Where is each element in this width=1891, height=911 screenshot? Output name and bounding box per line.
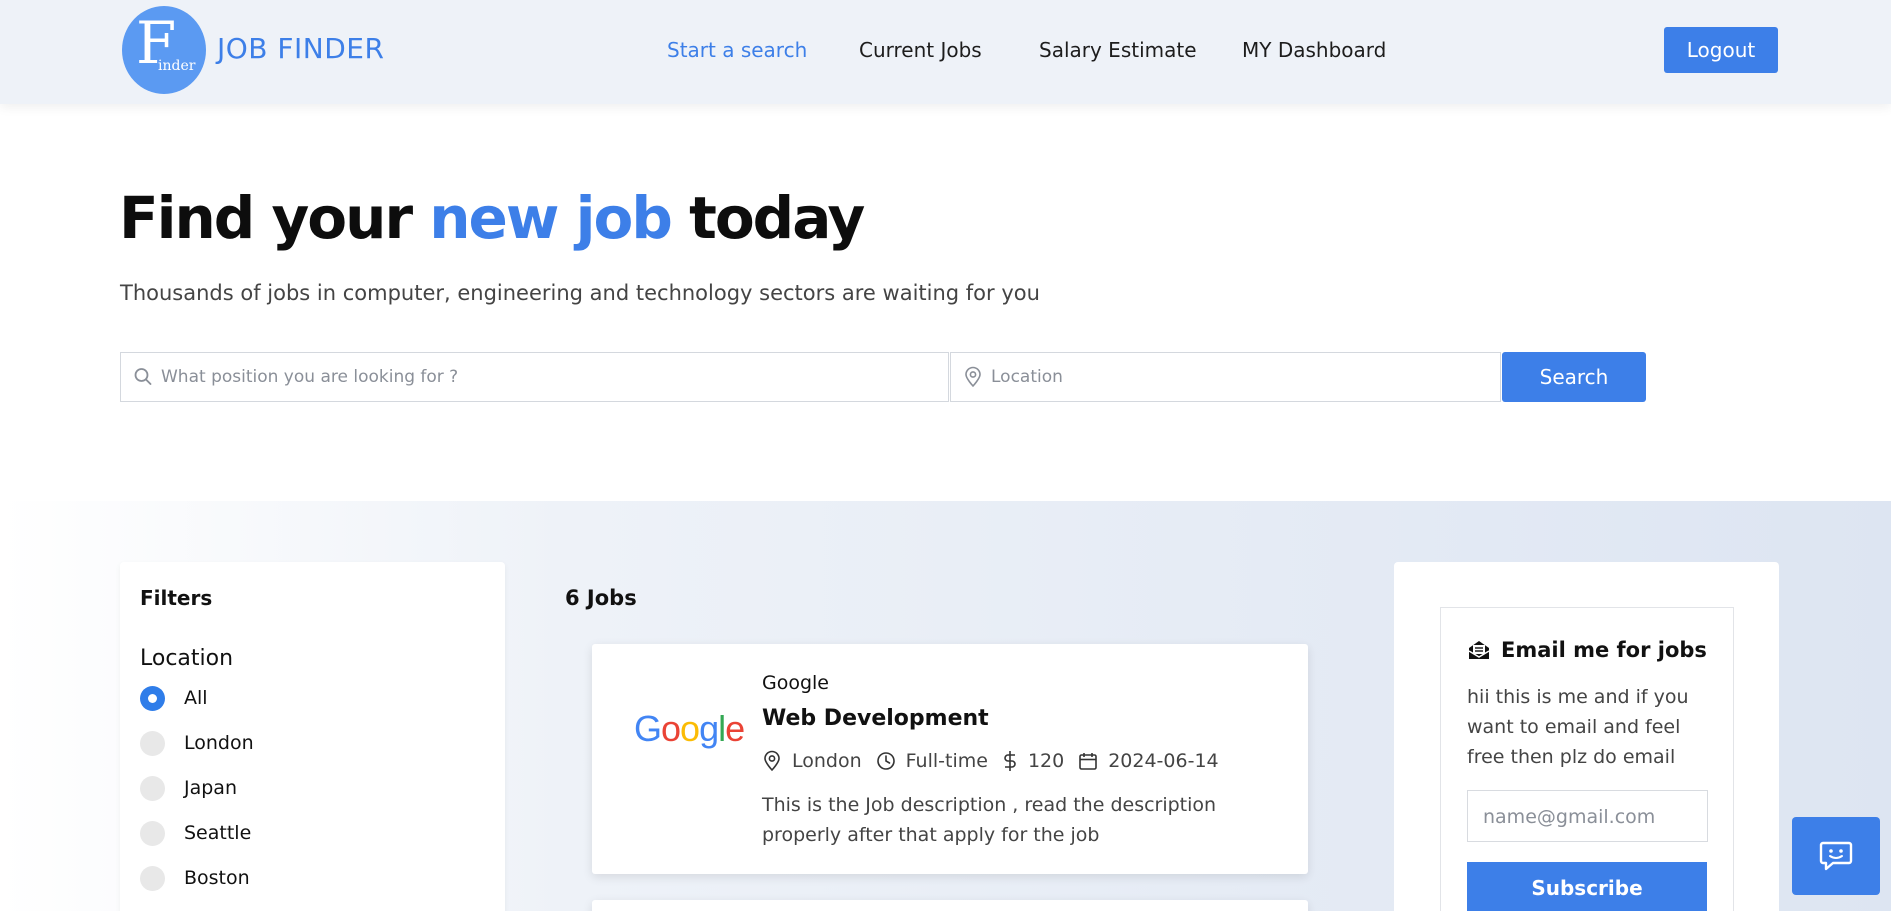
radio-button[interactable] — [140, 865, 165, 891]
chat-button[interactable] — [1792, 817, 1880, 895]
filter-option-seattle[interactable]: Seattle — [140, 820, 251, 846]
clock-icon — [876, 752, 895, 770]
radio-button[interactable] — [140, 775, 165, 801]
jobs-count: 6 Jobs — [565, 586, 637, 610]
title-part-1: Find your — [119, 184, 430, 252]
job-type-text: Full-time — [905, 750, 988, 772]
job-date: 2024-06-14 — [1078, 750, 1219, 772]
page-title: Find your new job today — [119, 184, 865, 252]
job-description: This is the Job description , read the d… — [762, 794, 1217, 846]
radio-button[interactable] — [140, 685, 165, 711]
email-panel: Email me for jobs hii this is me and if … — [1394, 562, 1779, 911]
job-salary-text: 120 — [1027, 750, 1065, 772]
job-meta: London Full-time 120 2024-06-14 — [762, 750, 1233, 772]
nav-start-search[interactable]: Start a search — [667, 38, 807, 62]
nav-current-jobs[interactable]: Current Jobs — [859, 38, 982, 62]
search-icon — [134, 368, 152, 385]
filter-option-boston[interactable]: Boston — [140, 865, 250, 891]
filters-title: Filters — [140, 586, 213, 610]
filter-label: London — [184, 732, 254, 754]
filters-panel: Filters Location All London Japan Seattl… — [120, 562, 505, 911]
filter-label: Seattle — [184, 822, 252, 844]
brand-name[interactable]: JOB FINDER — [217, 32, 384, 65]
radio-button[interactable] — [140, 730, 165, 756]
location-filter-title: Location — [140, 646, 234, 671]
email-box: Email me for jobs hii this is me and if … — [1440, 607, 1734, 911]
filter-option-london[interactable]: London — [140, 730, 254, 756]
job-card[interactable] — [592, 900, 1308, 911]
location-placeholder: Location — [991, 367, 1063, 387]
nav-my-dashboard[interactable]: MY Dashboard — [1242, 38, 1386, 62]
nav-salary-estimate[interactable]: Salary Estimate — [1039, 38, 1197, 62]
job-location: London — [762, 750, 862, 772]
radio-button[interactable] — [140, 820, 165, 846]
email-field[interactable]: name@gmail.com — [1467, 790, 1708, 842]
job-type: Full-time — [876, 750, 988, 772]
dollar-icon — [1004, 751, 1016, 771]
job-salary: 120 — [1002, 750, 1064, 772]
email-placeholder: name@gmail.com — [1483, 806, 1656, 828]
subscribe-button[interactable]: Subscribe — [1467, 862, 1707, 911]
filter-option-japan[interactable]: Japan — [140, 775, 237, 801]
search-button[interactable]: Search — [1502, 352, 1646, 402]
location-pin-icon — [965, 366, 981, 388]
job-title[interactable]: Web Development — [762, 706, 989, 731]
google-logo: Google — [634, 708, 745, 749]
logo[interactable]: F inder — [122, 6, 206, 94]
email-title-text: Email me for jobs — [1501, 638, 1707, 662]
logo-small-text: inder — [158, 58, 196, 74]
job-date-text: 2024-06-14 — [1108, 750, 1219, 772]
location-pin-icon — [764, 750, 780, 772]
filter-option-all[interactable]: All — [140, 685, 208, 711]
page-subtitle: Thousands of jobs in computer, engineeri… — [120, 281, 1040, 305]
calendar-icon — [1079, 753, 1098, 770]
company-name: Google — [762, 672, 830, 694]
filter-label: Boston — [184, 867, 250, 889]
job-location-text: London — [792, 750, 862, 772]
job-card[interactable]: Google Google Web Development London Ful… — [592, 644, 1308, 874]
filter-label: Japan — [184, 777, 237, 799]
position-search-input[interactable]: What position you are looking for ? — [120, 352, 949, 402]
position-placeholder: What position you are looking for ? — [161, 367, 459, 387]
filter-label: All — [184, 687, 208, 709]
location-search-input[interactable]: Location — [950, 352, 1501, 402]
title-part-2: today — [670, 184, 865, 252]
title-accent: new job — [429, 184, 673, 252]
site-header: F inder JOB FINDER Start a search Curren… — [0, 0, 1891, 104]
mail-icon — [1468, 641, 1490, 659]
email-title: Email me for jobs — [1467, 638, 1707, 662]
chat-icon — [1819, 841, 1853, 871]
email-description: hii this is me and if you want to email … — [1467, 686, 1689, 768]
logout-button[interactable]: Logout — [1664, 27, 1778, 73]
